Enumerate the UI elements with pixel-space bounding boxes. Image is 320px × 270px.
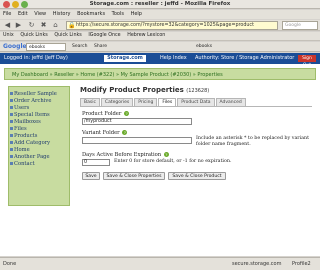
save-button[interactable]: Save [82,172,100,180]
page-title: Modify Product Properties (123628) [80,86,209,94]
sidebar-item-add-category[interactable]: Add Category [9,140,50,146]
variant-folder-label: Variant Folder ? [82,130,128,136]
help-icon[interactable]: ? [163,152,169,157]
sidebar: Reseller Sample Order Archive Users Spec… [8,86,70,206]
variant-folder-input[interactable] [82,137,192,144]
product-folder-input[interactable]: /myproduct [82,118,192,125]
status-profile[interactable]: Profile2 [292,261,311,267]
window-titlebar: Storage.com : reseller : jeffd - Mozilla… [0,0,320,9]
authority-text: Authority: Store / Storage Administrator [195,55,295,61]
page-content: Logged in: jeffd (Jeff Day) Storage.com … [0,53,320,256]
sidebar-item-products[interactable]: Products [9,133,37,139]
forward-arrow-icon[interactable]: ▶ [14,21,23,30]
menu-bar: File Edit View History Bookmarks Tools H… [0,10,320,19]
home-icon[interactable]: ⌂ [51,21,60,30]
google-share-button[interactable]: Share [94,44,107,49]
sidebar-item-users[interactable]: Users [9,105,29,111]
bookmarks-toolbar: Unix Quick Links Quick Links IGoogle Onc… [0,32,320,41]
lock-icon: 🔒 [68,22,76,29]
back-arrow-icon[interactable]: ◀ [3,21,12,30]
google-search-input[interactable]: ebooks [26,43,66,51]
sidebar-item-order-archive[interactable]: Order Archive [9,98,51,104]
address-url: https://secure.storage.com/?mystore=32&c… [76,23,254,28]
bookmark-item[interactable]: Hebrew Lexicon [124,32,167,38]
save-close-properties-button[interactable]: Save & Close Properties [103,172,165,180]
reload-icon[interactable]: ↻ [27,21,36,30]
navigation-toolbar: ◀ ▶ ↻ ✖ ⌂ 🔒 https://secure.storage.com/?… [0,20,320,31]
site-logo[interactable]: Storage.com [104,55,146,62]
bookmark-item[interactable]: Quick Links [51,32,83,38]
days-active-note: Enter 0 for store default, or -1 for no … [114,159,232,164]
stop-icon[interactable]: ✖ [39,21,48,30]
status-domain: secure.storage.com [232,261,282,267]
google-toolbar: Google ebooks Search Share ebooks [0,42,320,52]
product-folder-label: Product Folder ? [82,111,130,117]
variant-folder-note: Include an asterisk * to be replaced by … [196,136,310,147]
breadcrumb-text[interactable]: My Dashboard » Reseller » Home (#322) » … [12,72,223,78]
breadcrumb: My Dashboard » Reseller » Home (#322) » … [4,68,316,80]
sidebar-item-another-page[interactable]: Another Page [10,154,50,160]
site-header: Logged in: jeffd (Jeff Day) Storage.com … [0,53,320,68]
page-title-id: (123628) [186,88,210,94]
sidebar-item-special-items[interactable]: Special Items [10,112,50,118]
days-active-label: Days Active Before Expiration ? [82,152,169,158]
window-title: Storage.com : reseller : jeffd - Mozilla… [89,1,231,7]
bookmark-item[interactable]: IGoogle Once [85,32,122,38]
page-title-text: Modify Product Properties [80,86,184,94]
variant-folder-label-text: Variant Folder [82,130,120,136]
save-close-product-button[interactable]: Save & Close Product [168,172,226,180]
google-search-button[interactable]: Search [72,44,87,49]
google-logo: Google [3,43,27,50]
google-query-chip[interactable]: ebooks [196,44,212,49]
menu-view[interactable]: View [31,10,48,17]
menu-edit[interactable]: Edit [15,10,30,17]
sidebar-item-home[interactable]: Home [10,147,30,153]
menu-tools[interactable]: Tools [109,10,126,17]
menu-history[interactable]: History [50,10,73,17]
sidebar-item-contact[interactable]: Contact [10,161,35,167]
menu-bookmarks[interactable]: Bookmarks [74,10,107,17]
status-text: Done [3,261,17,267]
help-index-link[interactable]: Help Index [160,55,187,61]
help-icon[interactable]: ? [124,111,130,116]
sign-out-button[interactable]: Sign Out [298,55,316,68]
sidebar-item-mailboxes[interactable]: Mailboxes [10,119,41,125]
search-input[interactable]: Google [282,21,318,30]
menu-file[interactable]: File [0,10,13,17]
login-status: Logged in: jeffd (Jeff Day) [4,55,68,61]
sidebar-item-reseller-sample[interactable]: Reseller Sample [10,91,57,97]
menu-help[interactable]: Help [128,10,144,17]
bookmark-item[interactable]: Unix [0,32,16,38]
bookmark-item[interactable]: Quick Links [17,32,49,38]
status-bar: Done secure.storage.com Profile2 [0,257,320,270]
days-active-label-text: Days Active Before Expiration [82,152,162,158]
product-folder-label-text: Product Folder [82,111,122,117]
days-active-input[interactable]: 0 [82,159,110,166]
help-icon[interactable]: ? [122,130,128,135]
main-panel: Modify Product Properties (123628) Basic… [78,86,316,254]
address-bar[interactable]: 🔒 https://secure.storage.com/?mystore=32… [66,21,278,30]
sidebar-item-files[interactable]: Files [10,126,27,132]
tab-divider [80,106,312,107]
